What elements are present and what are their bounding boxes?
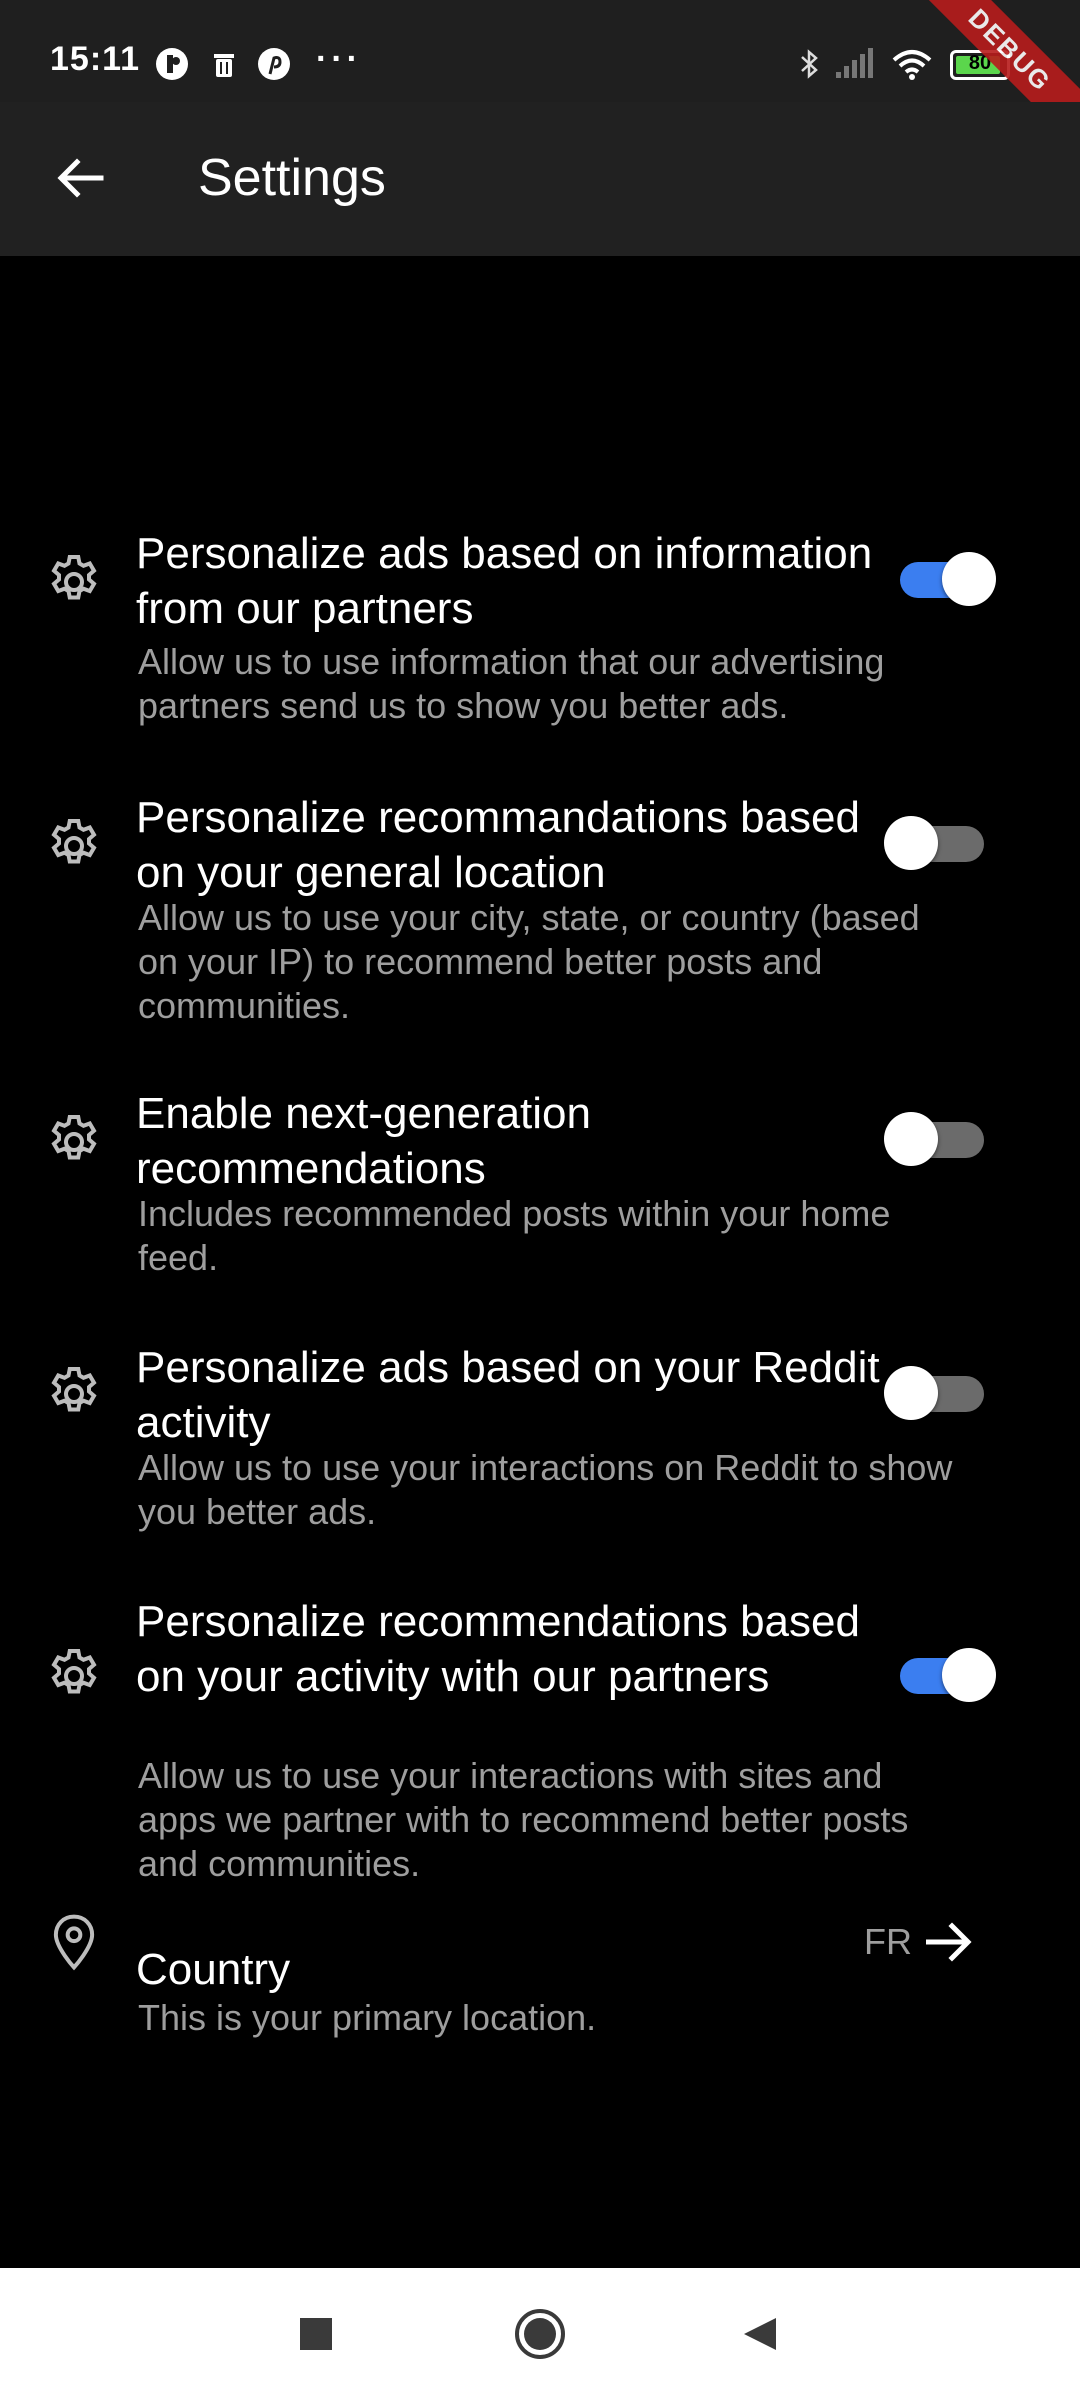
location-pin-icon <box>42 1910 106 1974</box>
setting-title: Personalize recommendations based on you… <box>136 1597 860 1701</box>
app-notification-icon <box>156 48 188 80</box>
gear-icon <box>42 814 106 878</box>
arrow-forward-icon <box>926 1922 972 1962</box>
country-code: FR <box>864 1921 912 1962</box>
setting-title: Country <box>136 1945 291 1994</box>
app-bar: Settings <box>0 102 1080 256</box>
bluetooth-icon <box>801 49 818 79</box>
page-title: Settings <box>198 149 386 207</box>
country-selector[interactable]: FR <box>864 1920 974 1964</box>
toggle-switch[interactable] <box>892 548 1002 608</box>
setting-subtitle: Allow us to use your interactions with s… <box>138 1755 909 1884</box>
setting-title: Enable next-generation recommendations <box>136 1089 591 1193</box>
signal-icon <box>836 48 873 78</box>
more-notifications-icon: ··· <box>316 40 362 78</box>
square-icon <box>300 2318 332 2350</box>
triangle-back-icon <box>744 2318 776 2350</box>
setting-subtitle: Allow us to use your interactions on Red… <box>138 1447 953 1532</box>
toggle-switch[interactable] <box>884 812 994 872</box>
wifi-icon <box>892 50 932 80</box>
status-bar: 15:11 ··· 80 DEBUG <box>0 0 1080 165</box>
setting-title: Personalize ads based on your Reddit act… <box>136 1343 880 1447</box>
setting-title: Personalize recommandations based on you… <box>136 793 860 897</box>
recents-button[interactable] <box>286 2304 346 2364</box>
setting-subtitle: Allow us to use your city, state, or cou… <box>138 897 920 1026</box>
gear-icon <box>42 1362 106 1426</box>
trash-notification-icon <box>214 54 234 77</box>
toggle-switch[interactable] <box>892 1644 1002 1704</box>
toggle-switch[interactable] <box>884 1362 994 1422</box>
setting-subtitle: This is your primary location. <box>138 1997 597 2038</box>
gear-icon <box>42 1110 106 1174</box>
gear-icon <box>42 550 106 614</box>
status-time: 15:11 <box>50 40 141 78</box>
back-nav-button[interactable] <box>730 2304 790 2364</box>
back-button[interactable] <box>40 138 120 218</box>
setting-subtitle: Allow us to use information that our adv… <box>138 641 885 726</box>
home-button[interactable] <box>510 2304 570 2364</box>
system-navigation-bar <box>0 2268 1080 2400</box>
gear-icon <box>42 1644 106 1708</box>
toggle-switch[interactable] <box>884 1108 994 1168</box>
circle-icon <box>515 2309 565 2359</box>
setting-subtitle: Includes recommended posts within your h… <box>138 1193 891 1278</box>
setting-title: Personalize ads based on information fro… <box>136 529 873 633</box>
pinterest-notification-icon <box>258 48 290 80</box>
arrow-back-icon <box>57 158 104 198</box>
